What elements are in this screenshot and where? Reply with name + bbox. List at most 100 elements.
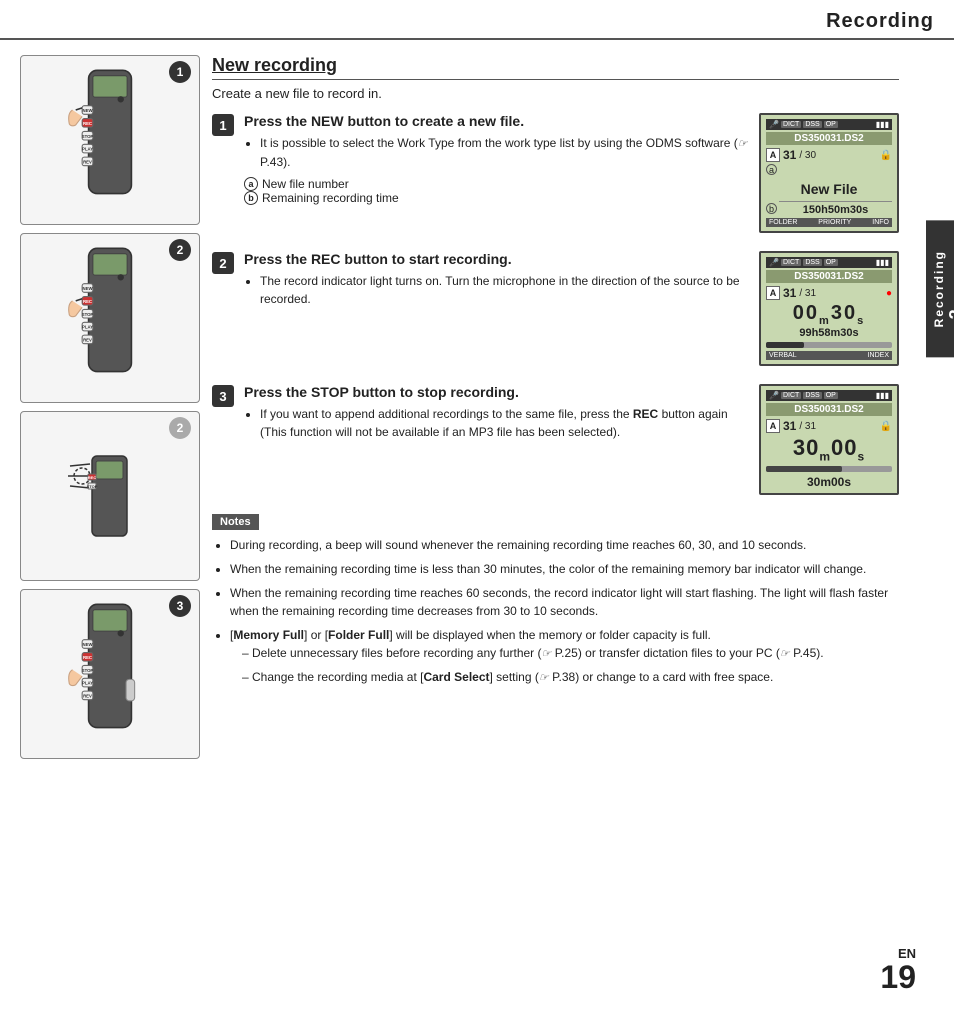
step-1-content: Press the NEW button to create a new fil… xyxy=(244,113,899,233)
lcd-2-topbar: 🎤 DICT DSS OP ▮▮▮ xyxy=(766,257,892,268)
lcd-2-sub: 99h58m30s xyxy=(766,327,892,339)
svg-text:PLAY: PLAY xyxy=(82,681,93,686)
step-badge-1: 1 xyxy=(169,61,191,83)
lcd-3-sub: 30m00s xyxy=(766,475,892,489)
lcd-1-rec-icon: 🔒 xyxy=(880,150,892,161)
step-badge-2: 2 xyxy=(169,239,191,261)
lcd-1-dss: DSS xyxy=(803,121,821,128)
lcd-1-btn-folder: FOLDER xyxy=(769,219,797,226)
svg-text:REC: REC xyxy=(83,299,92,304)
svg-text:NEW: NEW xyxy=(83,642,94,647)
step-3-content: Press the STOP button to stop recording.… xyxy=(244,384,899,495)
lcd-1-label-a: a xyxy=(766,164,777,175)
lcd-1-bottom: FOLDER PRIORITY INFO xyxy=(766,218,892,227)
note-4-sub-2: Change the recording media at [Card Sele… xyxy=(242,668,899,687)
device-svg-2: NEW REC STOP PLAY REV xyxy=(60,243,160,393)
svg-text:PLAY: PLAY xyxy=(82,325,93,330)
page-title: Recording xyxy=(826,10,934,33)
step-1-bullets: It is possible to select the Work Type f… xyxy=(244,134,749,171)
lcd-2-main: 00m30s xyxy=(766,302,892,327)
note-1: During recording, a beep will sound when… xyxy=(230,536,899,555)
lcd-2-counter-row: A 31 / 31 ● xyxy=(766,286,892,300)
lcd-3-counter-row: A 31 / 31 🔒 xyxy=(766,419,892,433)
section-title: New recording xyxy=(212,55,899,80)
device-image-1: 1 NEW REC STOP PLAY REV xyxy=(20,55,200,225)
lcd-1-label-b: b xyxy=(766,203,777,214)
lcd-2-icons: 🎤 xyxy=(769,258,779,267)
page-footer: EN 19 xyxy=(880,946,916,993)
lcd-2-dss: DSS xyxy=(803,259,821,266)
label-a-text: New file number xyxy=(262,177,349,191)
lcd-2-total: / 31 xyxy=(799,288,816,299)
step-3-bullet-1: If you want to append additional recordi… xyxy=(260,405,749,441)
lcd-3-battery: ▮▮▮ xyxy=(876,391,889,400)
lcd-screen-2: 🎤 DICT DSS OP ▮▮▮ DS350031.DS2 A 31 / 31… xyxy=(759,251,899,366)
lcd-3-lock: 🔒 xyxy=(880,421,892,432)
step-2-bullet-1: The record indicator light turns on. Tur… xyxy=(260,272,749,308)
circle-label-a: a xyxy=(244,177,258,191)
step-badge-4: 3 xyxy=(169,595,191,617)
svg-text:STOP: STOP xyxy=(82,134,94,139)
page-header: Recording xyxy=(0,0,954,40)
lcd-1-label-a-row: a xyxy=(766,164,892,175)
note-2: When the remaining recording time is les… xyxy=(230,560,899,579)
step-3: 3 Press the STOP button to stop recordin… xyxy=(212,384,899,495)
label-a: a New file number xyxy=(244,177,749,191)
side-tab-number: 2 xyxy=(946,250,954,319)
notes-list: During recording, a beep will sound when… xyxy=(212,536,899,687)
side-tab: Recording 2 xyxy=(926,220,954,357)
notes-section: Notes During recording, a beep will soun… xyxy=(212,513,899,687)
svg-text:REV: REV xyxy=(83,160,92,165)
lcd-1-dict: DICT xyxy=(781,121,801,128)
device-illustrations: 1 NEW REC STOP PLAY REV xyxy=(20,55,200,759)
device-image-4: 3 NEW REC STOP PLAY REV xyxy=(20,589,200,759)
main-content: 1 NEW REC STOP PLAY REV xyxy=(0,40,954,769)
step-1-text: Press the NEW button to create a new fil… xyxy=(244,113,749,205)
note-4: [Memory Full] or [Folder Full] will be d… xyxy=(230,626,899,688)
lcd-1-btn-priority: PRIORITY xyxy=(818,219,851,226)
lcd-2-dict: DICT xyxy=(781,259,801,266)
lcd-3-progress xyxy=(766,466,892,472)
lcd-1-counter-row: A 31 / 30 🔒 xyxy=(766,148,892,162)
lcd-1-total: / 30 xyxy=(799,150,816,161)
lcd-2-progress-fill xyxy=(766,342,804,348)
lcd-2-btn-verbal: VERBAL xyxy=(769,352,797,359)
section-subtitle: Create a new file to record in. xyxy=(212,86,899,101)
lcd-2-folder: A xyxy=(766,286,780,300)
svg-text:STOP: STOP xyxy=(82,668,94,673)
lcd-3-folder: A xyxy=(766,419,780,433)
lcd-1-label-b-row: b 150h50m30s xyxy=(766,201,892,216)
lcd-3-dss: DSS xyxy=(803,392,821,399)
note-4-sub-1: Delete unnecessary files before recordin… xyxy=(242,644,899,663)
lcd-3-filename: DS350031.DS2 xyxy=(766,403,892,416)
lcd-1-op: OP xyxy=(824,121,838,128)
lcd-screen-3: 🎤 DICT DSS OP ▮▮▮ DS350031.DS2 A 31 / 31… xyxy=(759,384,899,495)
lcd-1-topbar: 🎤 DICT DSS OP ▮▮▮ xyxy=(766,119,892,130)
step-1-labels: a New file number b Remaining recording … xyxy=(244,177,749,205)
svg-text:REC: REC xyxy=(83,655,92,660)
svg-text:NEW: NEW xyxy=(83,286,94,291)
lcd-3-progress-fill xyxy=(766,466,842,472)
side-tab-label: Recording xyxy=(932,250,946,327)
lcd-3-topbar: 🎤 DICT DSS OP ▮▮▮ xyxy=(766,390,892,401)
page-number: 19 xyxy=(880,961,916,993)
note-3: When the remaining recording time reache… xyxy=(230,584,899,621)
lcd-2-progress xyxy=(766,342,892,348)
step-2-bullets: The record indicator light turns on. Tur… xyxy=(244,272,749,308)
lcd-1-count: 31 xyxy=(783,148,796,162)
note-4-subitems: Delete unnecessary files before recordin… xyxy=(230,644,899,687)
lcd-2-battery: ▮▮▮ xyxy=(876,258,889,267)
step-1-number: 1 xyxy=(212,114,234,136)
lcd-1-icons: 🎤 xyxy=(769,120,779,129)
step-3-text: Press the STOP button to stop recording.… xyxy=(244,384,749,441)
svg-text:REC: REC xyxy=(88,475,97,480)
lcd-1-folder: A xyxy=(766,148,780,162)
circle-label-b: b xyxy=(244,191,258,205)
lcd-screen-1: 🎤 DICT DSS OP ▮▮▮ DS350031.DS2 A 31 / 30… xyxy=(759,113,899,233)
svg-text:REV: REV xyxy=(83,338,92,343)
notes-header: Notes xyxy=(212,514,259,530)
step-2-text: Press the REC button to start recording.… xyxy=(244,251,749,308)
svg-text:STOP: STOP xyxy=(87,484,98,489)
step-2-content: Press the REC button to start recording.… xyxy=(244,251,899,366)
step-badge-3: 2 xyxy=(169,417,191,439)
